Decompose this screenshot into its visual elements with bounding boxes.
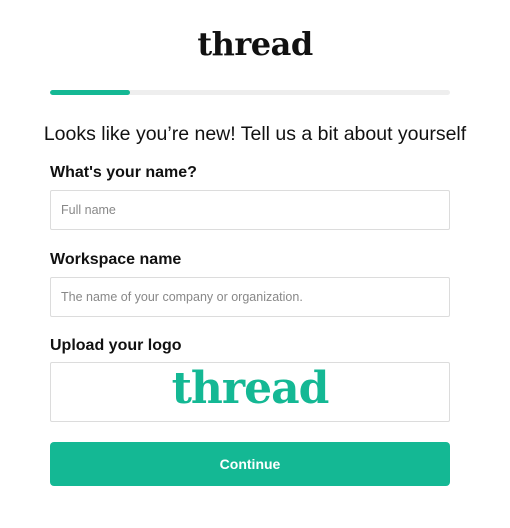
brand-logo: thread	[197, 25, 313, 63]
uploaded-logo-preview: thread	[171, 363, 330, 414]
continue-button[interactable]: Continue	[50, 442, 450, 486]
workspace-name-input[interactable]	[50, 277, 450, 317]
progress-fill	[50, 90, 130, 95]
logo-upload-dropzone[interactable]: thread	[50, 362, 450, 422]
workspace-label: Workspace name	[50, 251, 182, 268]
logo-upload-label: Upload your logo	[50, 337, 182, 354]
name-label: What's your name?	[50, 164, 197, 181]
page-heading: Looks like you’re new! Tell us a bit abo…	[43, 123, 467, 145]
full-name-input[interactable]	[50, 190, 450, 230]
onboarding-progress-bar	[50, 90, 450, 95]
